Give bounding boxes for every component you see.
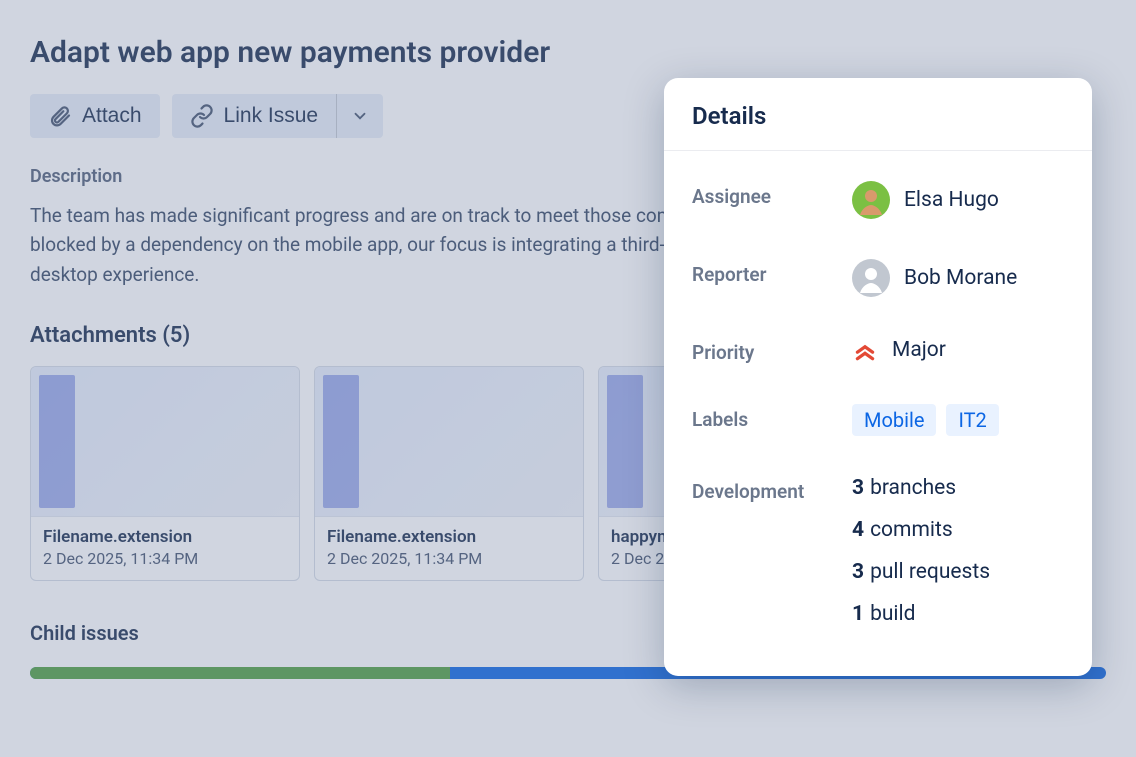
attachment-name: Filename.extension xyxy=(43,527,287,547)
development-list: 3branches 4commits 3pull requests 1build xyxy=(852,476,990,626)
dev-branches[interactable]: 3branches xyxy=(852,476,990,500)
reporter-name: Bob Morane xyxy=(904,266,1017,290)
label-chip[interactable]: Mobile xyxy=(852,404,936,436)
attachment-card[interactable]: Filename.extension 2 Dec 2025, 11:34 PM xyxy=(314,366,584,581)
attachment-thumbnail xyxy=(31,367,299,517)
development-label: Development xyxy=(692,476,852,503)
details-panel: Details Assignee Elsa Hugo Reporter Bob … xyxy=(664,78,1092,676)
attachment-date: 2 Dec 2025, 11:34 PM xyxy=(327,549,571,568)
priority-text: Major xyxy=(892,338,946,362)
label-chip[interactable]: IT2 xyxy=(946,404,998,436)
link-issue-button[interactable]: Link Issue xyxy=(172,94,337,138)
dev-commits[interactable]: 4commits xyxy=(852,518,990,542)
avatar xyxy=(852,181,890,219)
labels-value: Mobile IT2 xyxy=(852,404,999,436)
dev-count: 3 xyxy=(852,476,864,500)
dev-text: commits xyxy=(870,518,953,542)
link-icon xyxy=(190,104,214,128)
issue-title: Adapt web app new payments provider xyxy=(30,35,1106,70)
reporter-value[interactable]: Bob Morane xyxy=(852,259,1017,297)
attachment-name: Filename.extension xyxy=(327,527,571,547)
assignee-value[interactable]: Elsa Hugo xyxy=(852,181,999,219)
dev-pull-requests[interactable]: 3pull requests xyxy=(852,560,990,584)
attachment-card[interactable]: Filename.extension 2 Dec 2025, 11:34 PM xyxy=(30,366,300,581)
dev-count: 3 xyxy=(852,560,864,584)
labels-row: Labels Mobile IT2 xyxy=(692,384,1064,456)
priority-value[interactable]: Major xyxy=(852,337,946,363)
reporter-row: Reporter Bob Morane xyxy=(692,239,1064,317)
dev-count: 4 xyxy=(852,518,864,542)
link-issue-more-button[interactable] xyxy=(337,94,383,138)
attachment-meta: Filename.extension 2 Dec 2025, 11:34 PM xyxy=(315,517,583,580)
priority-row: Priority Major xyxy=(692,317,1064,384)
dev-text: pull requests xyxy=(870,560,990,584)
paperclip-icon xyxy=(48,104,72,128)
assignee-row: Assignee Elsa Hugo xyxy=(692,161,1064,239)
priority-major-icon xyxy=(852,337,878,363)
chevron-down-icon xyxy=(351,107,369,125)
attachment-meta: Filename.extension 2 Dec 2025, 11:34 PM xyxy=(31,517,299,580)
avatar xyxy=(852,259,890,297)
attach-label: Attach xyxy=(82,104,142,128)
assignee-name: Elsa Hugo xyxy=(904,188,999,212)
dev-build[interactable]: 1build xyxy=(852,602,990,626)
assignee-label: Assignee xyxy=(692,181,852,208)
attach-button[interactable]: Attach xyxy=(30,94,160,138)
attachment-thumbnail xyxy=(315,367,583,517)
dev-text: build xyxy=(870,602,915,626)
development-row: Development 3branches 4commits 3pull req… xyxy=(692,456,1064,646)
dev-count: 1 xyxy=(852,602,864,626)
labels-label: Labels xyxy=(692,404,852,431)
reporter-label: Reporter xyxy=(692,259,852,286)
details-body: Assignee Elsa Hugo Reporter Bob Morane P… xyxy=(664,151,1092,646)
progress-done-segment xyxy=(30,667,450,679)
priority-label: Priority xyxy=(692,337,852,364)
link-issue-group: Link Issue xyxy=(172,94,384,138)
dev-text: branches xyxy=(870,476,956,500)
details-heading[interactable]: Details xyxy=(664,78,1092,151)
attachment-date: 2 Dec 2025, 11:34 PM xyxy=(43,549,287,568)
link-issue-label: Link Issue xyxy=(224,104,319,128)
